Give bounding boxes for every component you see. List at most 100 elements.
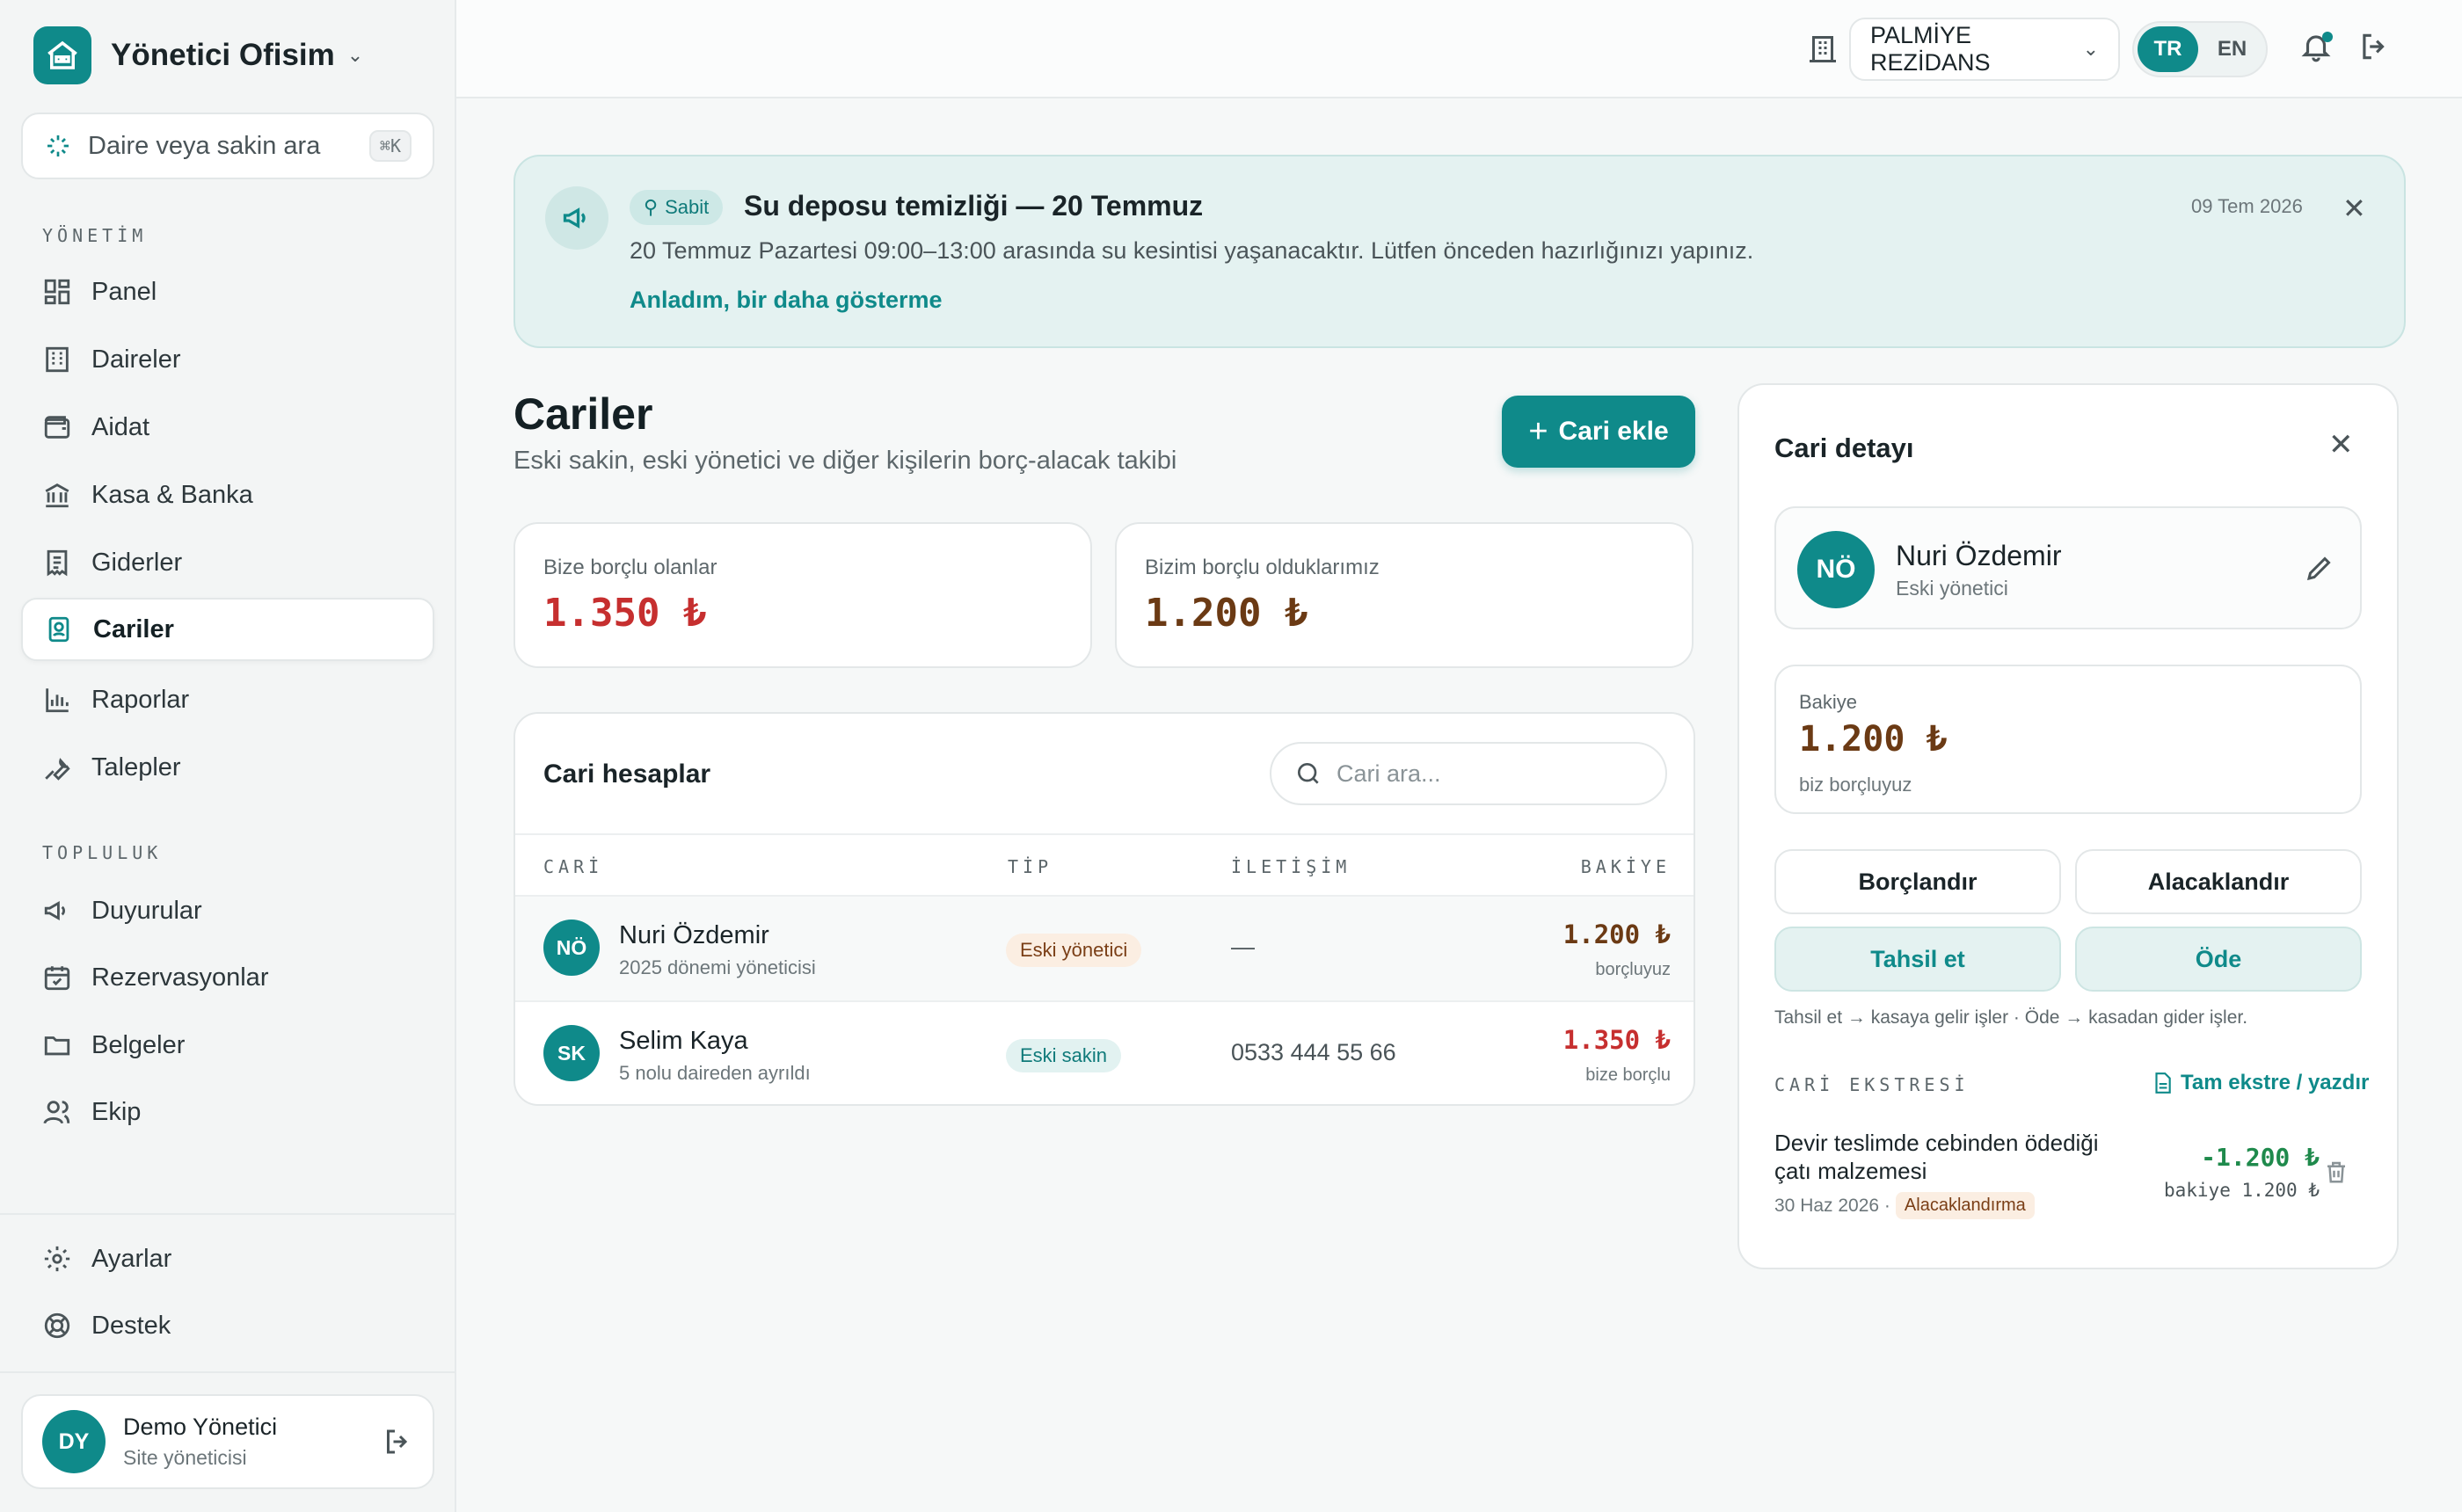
table-row[interactable]: SK Selim Kaya 5 nolu daireden ayrıldı Es… (515, 1002, 1694, 1104)
pencil-icon[interactable] (2304, 552, 2335, 584)
wallet-icon (44, 416, 70, 439)
statement-entry-description: Devir teslimde cebinden ödediği çatı mal… (1774, 1130, 2099, 1184)
site-select[interactable]: PALMİYE REZİDANS ⌄ (1849, 18, 2120, 81)
sidebar-item-label: Daireler (91, 345, 181, 374)
user-role: Site yöneticisi (123, 1446, 247, 1469)
announcement-banner: ⚲ Sabit Su deposu temizliği — 20 Temmuz … (514, 155, 2406, 348)
sidebar-item-label: Talepler (91, 752, 181, 781)
avatar: SK (543, 1025, 600, 1081)
sparkle-search-icon (47, 135, 69, 156)
account-detail-panel: Cari detayı ✕ NÖ Nuri Özdemir Eski yönet… (1737, 383, 2399, 1269)
announcement-body: 20 Temmuz Pazartesi 09:00–13:00 arasında… (630, 237, 1754, 264)
credit-button[interactable]: Alacaklandır (2075, 849, 2362, 914)
accounts-title: Cari hesaplar (543, 760, 711, 789)
column-header[interactable]: CARİ (543, 856, 603, 877)
user-card[interactable]: DY Demo Yönetici Site yöneticisi (21, 1394, 434, 1489)
brand-switcher[interactable]: Yönetici Ofisim ⌄ (33, 26, 363, 84)
close-icon[interactable]: ✕ (2342, 192, 2366, 225)
sidebar-item-cariler[interactable]: Cariler (21, 598, 434, 661)
announcement-title: Su deposu temizliği — 20 Temmuz (744, 190, 1204, 222)
dismiss-announcement-link[interactable]: Anladım, bir daha gösterme (630, 287, 943, 314)
account-contact: 0533 444 55 66 (1231, 1039, 1396, 1065)
stat-we-owe: Bizim borçlu olduklarımız 1.200 ₺ (1115, 522, 1694, 668)
sidebar-item-destek[interactable]: Destek (21, 1294, 434, 1357)
section-label-management: YÖNETİM (42, 225, 148, 246)
collect-button[interactable]: Tahsil et (1774, 927, 2061, 992)
account-search-input[interactable]: Cari ara... (1270, 742, 1667, 805)
sidebar-item-raporlar[interactable]: Raporlar (21, 668, 434, 731)
sidebar-item-label: Raporlar (91, 685, 190, 714)
sidebar-item-label: Rezervasyonlar (91, 963, 269, 992)
bank-icon (45, 483, 69, 508)
logout-icon[interactable] (2357, 30, 2396, 69)
bell-icon[interactable] (2299, 30, 2338, 69)
stat-owed-to-us: Bize borçlu olanlar 1.350 ₺ (514, 522, 1092, 668)
sidebar-item-daireler[interactable]: Daireler (21, 328, 434, 391)
sidebar: Yönetici Ofisim ⌄ Daire veya sakin ara ⌘… (0, 0, 456, 1512)
users-icon (43, 1101, 70, 1124)
person-name: Nuri Özdemir (1896, 540, 2062, 571)
table-row[interactable]: NÖ Nuri Özdemir 2025 dönemi yöneticisi E… (515, 897, 1694, 1000)
balance-value: 1.200 ₺ (1799, 719, 1948, 760)
account-note: 2025 dönemi yöneticisi (619, 956, 816, 978)
sidebar-item-label: Giderler (91, 548, 183, 577)
balance-note: biz borçluyuz (1799, 774, 1912, 796)
account-balance: 1.200 ₺ (1562, 920, 1671, 949)
receipt-icon (47, 549, 68, 577)
chevron-down-icon: ⌄ (346, 44, 364, 66)
gear-icon (44, 1246, 70, 1272)
column-header[interactable]: TİP (1008, 856, 1053, 877)
site-select-value: PALMİYE REZİDANS (1870, 22, 1991, 76)
pin-icon: ⚲ (644, 196, 659, 218)
full-statement-link[interactable]: Tam ekstre / yazdır (2151, 1071, 2369, 1095)
sidebar-divider (0, 1213, 456, 1215)
add-account-button[interactable]: + Cari ekle (1502, 396, 1695, 468)
brand-name: Yönetici Ofisim (111, 38, 335, 72)
sidebar-item-talepler[interactable]: Talepler (21, 736, 434, 799)
lang-tr-button[interactable]: TR (2138, 26, 2198, 72)
sidebar-item-label: Aidat (91, 412, 150, 441)
trash-icon[interactable] (2323, 1159, 2349, 1185)
sidebar-item-giderler[interactable]: Giderler (21, 531, 434, 594)
sidebar-item-label: Panel (91, 277, 157, 306)
column-header[interactable]: İLETİŞİM (1231, 856, 1351, 877)
sidebar-item-duyurular[interactable]: Duyurular (21, 879, 434, 942)
document-icon (2155, 1072, 2171, 1094)
topbar: PALMİYE REZİDANS ⌄ TR EN (456, 0, 2462, 98)
close-icon[interactable]: ✕ (2328, 427, 2354, 462)
sidebar-item-rezervasyonlar[interactable]: Rezervasyonlar (21, 946, 434, 1009)
avatar: NÖ (543, 920, 600, 976)
stat-label: Bize borçlu olanlar (543, 556, 717, 579)
sidebar-item-ayarlar[interactable]: Ayarlar (21, 1227, 434, 1290)
accounts-table-card: Cari hesaplar Cari ara... CARİ TİP İLETİ… (514, 712, 1695, 1106)
column-header[interactable]: BAKİYE (1581, 856, 1671, 877)
user-info: Demo Yönetici Site yöneticisi (123, 1414, 364, 1470)
user-name: Demo Yönetici (123, 1414, 278, 1440)
lang-en-button[interactable]: EN (2202, 26, 2262, 72)
grid-icon (44, 279, 70, 305)
statement-entry-amount: -1.200 ₺ (2201, 1143, 2320, 1172)
sidebar-item-ekip[interactable]: Ekip (21, 1080, 434, 1144)
debit-button[interactable]: Borçlandır (1774, 849, 2061, 914)
sidebar-item-label: Ekip (91, 1097, 142, 1126)
shortcut-badge: ⌘K (368, 130, 412, 162)
sidebar-item-aidat[interactable]: Aidat (21, 396, 434, 459)
sidebar-item-kasa-banka[interactable]: Kasa & Banka (21, 463, 434, 527)
table-header: CARİ TİP İLETİŞİM BAKİYE (515, 833, 1694, 897)
stat-label: Bizim borçlu olduklarımız (1145, 556, 1380, 579)
account-name: Selim Kaya (619, 1027, 748, 1055)
search-icon (1298, 763, 1319, 784)
stat-value: 1.200 ₺ (1145, 591, 1308, 636)
pay-button[interactable]: Öde (2075, 927, 2362, 992)
sidebar-item-panel[interactable]: Panel (21, 260, 434, 323)
sidebar-search[interactable]: Daire veya sakin ara ⌘K (21, 113, 434, 179)
megaphone-icon (545, 186, 608, 250)
pinned-badge-label: Sabit (665, 196, 710, 218)
app-root: Yönetici Ofisim ⌄ Daire veya sakin ara ⌘… (0, 0, 2462, 1512)
statement-entry-badge: Alacaklandırma (1895, 1192, 2035, 1219)
sidebar-item-belgeler[interactable]: Belgeler (21, 1014, 434, 1077)
sidebar-item-label: Duyurular (91, 896, 202, 925)
logout-icon[interactable] (382, 1426, 413, 1457)
section-label-community: TOPLULUK (42, 842, 163, 863)
type-badge: Eski yönetici (1006, 934, 1142, 967)
